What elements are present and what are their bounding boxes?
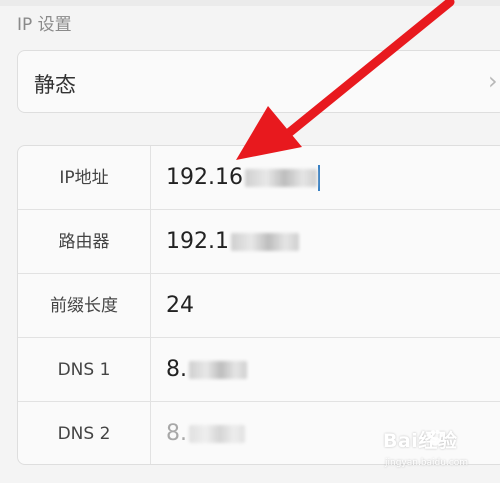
baidu-jingyan-watermark: Bai经验 jingyan.baidu.com [383,424,498,480]
watermark-url: jingyan.baidu.com [385,458,469,468]
annotation-arrow-icon [236,0,455,160]
watermark-logo: Bai经验 [383,430,458,452]
paw-icon [427,430,444,446]
